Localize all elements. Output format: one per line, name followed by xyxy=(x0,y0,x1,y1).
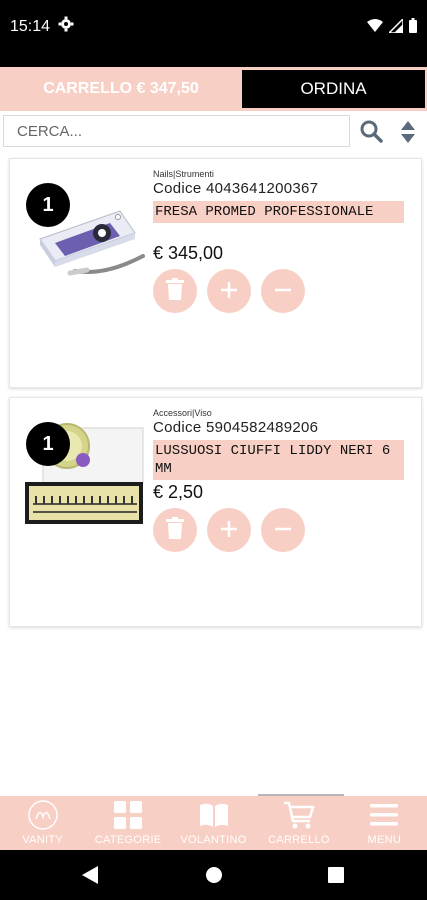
status-time: 15:14 xyxy=(10,18,51,35)
wifi-icon xyxy=(367,18,383,38)
hamburger-icon xyxy=(368,799,400,831)
back-icon[interactable] xyxy=(82,866,98,889)
status-bar: 15:14 xyxy=(0,0,427,67)
delete-button[interactable] xyxy=(153,269,197,313)
nav-label: VOLANTINO xyxy=(180,834,247,846)
nav-label: VANITY xyxy=(22,834,64,846)
vanity-logo-icon xyxy=(27,799,59,831)
product-name[interactable]: LUSSUOSI CIUFFI LIDDY NERI 6 MM xyxy=(153,440,404,480)
cart-icon xyxy=(283,799,315,831)
trash-icon xyxy=(166,275,184,307)
decrease-quantity-button[interactable] xyxy=(261,269,305,313)
decrease-quantity-button[interactable] xyxy=(261,508,305,552)
battery-icon xyxy=(409,18,417,38)
minus-icon xyxy=(273,514,293,546)
product-code: Codice 4043641200367 xyxy=(153,180,319,197)
nav-label: CARRELLO xyxy=(268,834,330,846)
nav-item-categorie[interactable]: CATEGORIE xyxy=(85,796,170,850)
search-icon[interactable] xyxy=(359,119,383,143)
cart-total[interactable]: CARRELLO € 347,50 xyxy=(0,67,242,111)
product-price: € 2,50 xyxy=(153,482,204,502)
nav-label: MENU xyxy=(367,834,402,846)
plus-icon xyxy=(219,514,239,546)
product-actions xyxy=(153,508,305,552)
order-button[interactable]: ORDINA xyxy=(242,70,425,108)
nav-item-volantino[interactable]: VOLANTINO xyxy=(171,796,256,850)
product-card[interactable]: 1 Accessori|Viso Codice 5904582489206 LU… xyxy=(9,397,422,627)
product-name[interactable]: FRESA PROMED PROFESSIONALE xyxy=(153,201,404,223)
cart-header: CARRELLO € 347,50 ORDINA xyxy=(0,67,427,111)
product-category: Accessori|Viso xyxy=(153,408,212,418)
status-icons xyxy=(367,16,417,38)
search-input[interactable] xyxy=(3,115,350,147)
sort-icon[interactable] xyxy=(399,120,417,144)
nav-item-carrello[interactable]: CARRELLO xyxy=(256,796,341,850)
cart-screen: 15:14 CARRELLO € 347,50 ORDINA CERCA... … xyxy=(0,0,427,900)
plus-icon xyxy=(219,275,239,307)
minus-icon xyxy=(273,275,293,307)
settings-icon xyxy=(58,16,74,37)
increase-quantity-button[interactable] xyxy=(207,508,251,552)
delete-button[interactable] xyxy=(153,508,197,552)
trash-icon xyxy=(166,514,184,546)
signal-icon xyxy=(387,16,404,38)
product-card[interactable]: 1 Nails|Strumenti Codice 4043641200367 F… xyxy=(9,158,422,388)
book-icon xyxy=(198,799,230,831)
home-icon[interactable] xyxy=(205,866,223,889)
product-code: Codice 5904582489206 xyxy=(153,419,319,436)
recents-icon[interactable] xyxy=(328,867,344,888)
quantity-badge: 1 xyxy=(26,183,70,227)
nav-label: CATEGORIE xyxy=(94,834,162,846)
system-nav-bar xyxy=(0,850,427,900)
product-actions xyxy=(153,269,305,313)
quantity-badge: 1 xyxy=(26,422,70,466)
search-row xyxy=(0,112,427,152)
bottom-nav: VANITY CATEGORIE VOLANTINO CARRELLO MENU xyxy=(0,796,427,850)
increase-quantity-button[interactable] xyxy=(207,269,251,313)
nav-item-menu[interactable]: MENU xyxy=(342,796,427,850)
product-category: Nails|Strumenti xyxy=(153,169,214,179)
grid-icon xyxy=(112,799,144,831)
nav-item-vanity[interactable]: VANITY xyxy=(0,796,85,850)
product-price: € 345,00 xyxy=(153,243,224,263)
